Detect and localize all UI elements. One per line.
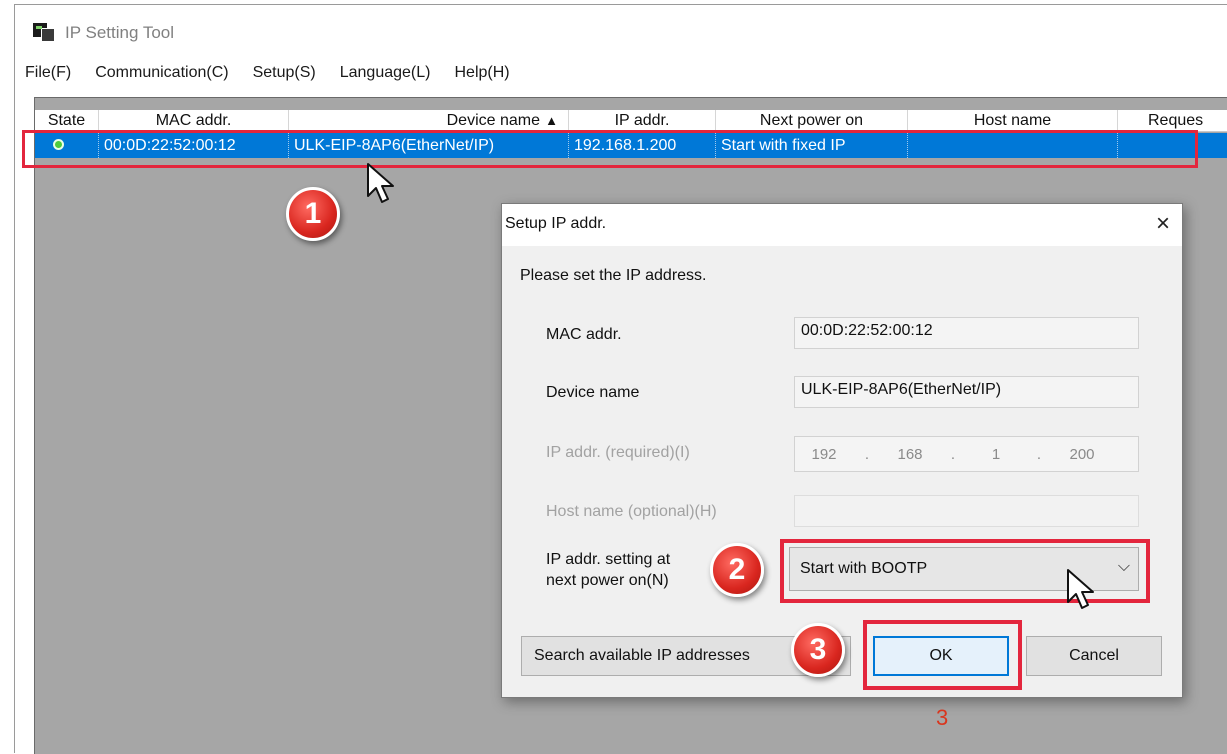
ip-octet-3: 1 <box>991 445 1001 463</box>
dialog-prompt: Please set the IP address. <box>520 267 707 284</box>
column-ip[interactable]: IP addr. <box>569 110 716 132</box>
setup-ip-dialog: Setup IP addr. × Please set the IP addre… <box>501 203 1183 698</box>
dialog-title-bar: Setup IP addr. × <box>502 204 1182 246</box>
ip-octet-2: 168 <box>897 445 923 463</box>
close-icon[interactable]: × <box>1156 210 1170 238</box>
step-3-caption: 3 <box>936 705 949 730</box>
ip-separator: . <box>864 445 870 463</box>
dialog-title: Setup IP addr. <box>505 215 607 232</box>
sort-ascending-icon: ▲ <box>545 113 558 128</box>
menu-language[interactable]: Language(L) <box>338 62 433 84</box>
host-name-label: Host name (optional)(H) <box>546 503 717 520</box>
cancel-button[interactable]: Cancel <box>1026 636 1162 676</box>
column-next-power-on[interactable]: Next power on <box>716 110 908 132</box>
host-name-field <box>794 495 1139 527</box>
column-mac[interactable]: MAC addr. <box>99 110 289 132</box>
list-header: State MAC addr. Device name ▲ IP addr. N… <box>35 110 1227 132</box>
ip-setting-label-line1: IP addr. setting at <box>546 551 671 568</box>
menu-file[interactable]: File(F) <box>23 62 73 84</box>
menu-setup[interactable]: Setup(S) <box>251 62 318 84</box>
column-request[interactable]: Reques <box>1118 110 1227 132</box>
ip-address-label: IP addr. (required)(I) <box>546 444 690 461</box>
column-host-name[interactable]: Host name <box>908 110 1118 132</box>
ok-highlight-box <box>863 620 1022 690</box>
mac-label: MAC addr. <box>546 326 622 343</box>
ip-address-field: 192 . 168 . 1 . 200 <box>794 436 1139 472</box>
step-3-badge: 3 <box>791 623 845 677</box>
column-state[interactable]: State <box>35 110 99 132</box>
menu-bar: File(F) Communication(C) Setup(S) Langua… <box>23 59 532 87</box>
column-device-name-label: Device name <box>446 112 540 129</box>
device-name-field: ULK-EIP-8AP6(EtherNet/IP) <box>794 376 1139 408</box>
row-highlight-box <box>22 130 1198 168</box>
menu-help[interactable]: Help(H) <box>452 62 511 84</box>
mouse-cursor-icon <box>1067 569 1094 609</box>
app-icon <box>33 23 55 43</box>
ip-separator: . <box>950 445 956 463</box>
ip-octet-4: 200 <box>1069 445 1095 463</box>
mouse-cursor-icon <box>367 163 394 203</box>
mac-field: 00:0D:22:52:00:12 <box>794 317 1139 349</box>
app-title: IP Setting Tool <box>65 23 175 42</box>
ip-setting-label-line2: next power on(N) <box>546 572 669 589</box>
step-1-badge: 1 <box>286 187 340 241</box>
device-name-label: Device name <box>546 384 640 401</box>
ip-separator: . <box>1036 445 1042 463</box>
menu-communication[interactable]: Communication(C) <box>93 62 230 84</box>
ip-octet-1: 192 <box>811 445 837 463</box>
title-bar: IP Setting Tool <box>33 19 174 47</box>
step-2-badge: 2 <box>710 543 764 597</box>
column-device-name[interactable]: Device name ▲ <box>289 110 569 132</box>
